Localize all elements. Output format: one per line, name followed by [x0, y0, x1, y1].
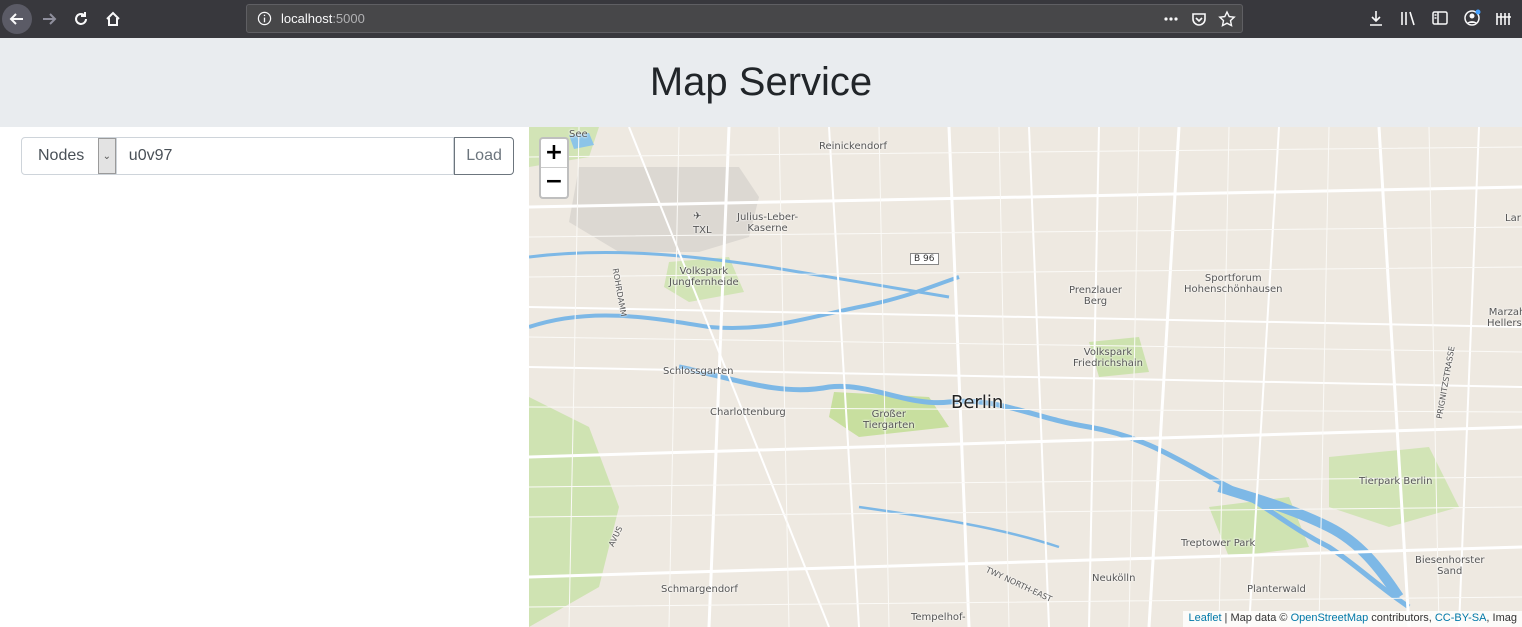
browser-toolbar: localhost:5000	[0, 0, 1522, 38]
map-label-treptower-park: Treptower Park	[1181, 538, 1256, 549]
map-attribution: Leaflet | Map data © OpenStreetMap contr…	[1183, 611, 1522, 627]
home-icon[interactable]	[98, 4, 128, 34]
info-icon[interactable]	[257, 11, 272, 26]
zoom-in-button[interactable]: +	[541, 139, 567, 168]
map-label-tempelhof: Tempelhof-	[911, 612, 966, 623]
map-label-marzahn: Marzah Hellersc	[1487, 307, 1522, 329]
zoom-control: + −	[539, 137, 569, 199]
download-icon[interactable]	[1367, 9, 1385, 27]
map-label-sportforum: Sportforum Hohenschönhausen	[1184, 273, 1283, 295]
type-select-value: Nodes	[38, 147, 85, 164]
openstreetmap-link[interactable]: OpenStreetMap	[1291, 612, 1369, 624]
type-select[interactable]: Nodes ⌄	[21, 137, 117, 175]
map-label-neukoelln: Neukölln	[1092, 573, 1136, 584]
page-title: Map Service	[649, 60, 873, 104]
url-host: localhost	[281, 11, 333, 26]
reload-icon[interactable]	[66, 4, 96, 34]
map-label-lar: Lar	[1505, 213, 1521, 224]
back-arrow-icon[interactable]	[2, 4, 32, 34]
map-label-volkspark-friedrichshain: Volkspark Friedrichshain	[1073, 347, 1143, 369]
map-label-volkspark-jungfernheide: Volkspark Jungfernheide	[669, 266, 739, 288]
map-label-txl: TXL	[693, 225, 712, 236]
more-actions-icon[interactable]	[1162, 10, 1180, 28]
query-input-group: Nodes ⌄ Load	[21, 137, 514, 175]
map-label-schmargendorf: Schmargendorf	[661, 584, 738, 595]
control-panel: Nodes ⌄ Load	[0, 127, 529, 627]
map-label-schlossgarten: Schlossgarten	[663, 366, 734, 377]
zoom-out-button[interactable]: −	[541, 168, 567, 197]
map-tiles	[529, 127, 1522, 627]
extensions-icon[interactable]	[1495, 9, 1513, 27]
airport-icon: ✈	[693, 211, 702, 222]
cc-by-sa-link[interactable]: CC-BY-SA	[1435, 612, 1487, 624]
map-label-prenzlauer-berg: Prenzlauer Berg	[1069, 285, 1122, 307]
map-label-julius-leber: Julius-Leber- Kaserne	[737, 212, 799, 234]
forward-arrow-icon[interactable]	[34, 4, 64, 34]
attribution-imagery: , Imag	[1486, 612, 1517, 624]
chevron-down-icon[interactable]: ⌄	[97, 138, 116, 174]
bookmark-star-icon[interactable]	[1218, 10, 1236, 28]
library-icon[interactable]	[1399, 9, 1417, 27]
road-shield-b96: B 96	[910, 253, 939, 265]
id-input[interactable]	[116, 137, 455, 175]
attribution-separator: | Map data ©	[1221, 612, 1291, 624]
pocket-icon[interactable]	[1190, 10, 1208, 28]
map-label-tierpark-berlin: Tierpark Berlin	[1359, 476, 1433, 487]
map-label-grosser-tiergarten: Großer Tiergarten	[863, 409, 915, 431]
map-label-charlottenburg: Charlottenburg	[710, 407, 786, 418]
map-label-planterwald: Planterwald	[1247, 584, 1306, 595]
url-text[interactable]: localhost:5000	[281, 11, 365, 26]
leaflet-link[interactable]: Leaflet	[1188, 612, 1221, 624]
url-port: :5000	[332, 11, 365, 26]
sidebar-icon[interactable]	[1431, 9, 1449, 27]
map-label-see: See	[569, 129, 588, 140]
map-label-berlin: Berlin	[951, 392, 1004, 413]
map-container[interactable]: + − See Reinickendorf ✈ TXL Julius-Leber…	[529, 127, 1522, 627]
account-icon[interactable]	[1463, 9, 1481, 27]
map-label-reinickendorf: Reinickendorf	[819, 141, 888, 152]
page-header: Map Service	[0, 38, 1522, 127]
load-button[interactable]: Load	[454, 137, 514, 175]
attribution-contributors: contributors,	[1368, 612, 1435, 624]
url-bar[interactable]: localhost:5000	[246, 4, 1243, 33]
map-label-biesenhorster-sand: Biesenhorster Sand	[1415, 555, 1485, 577]
